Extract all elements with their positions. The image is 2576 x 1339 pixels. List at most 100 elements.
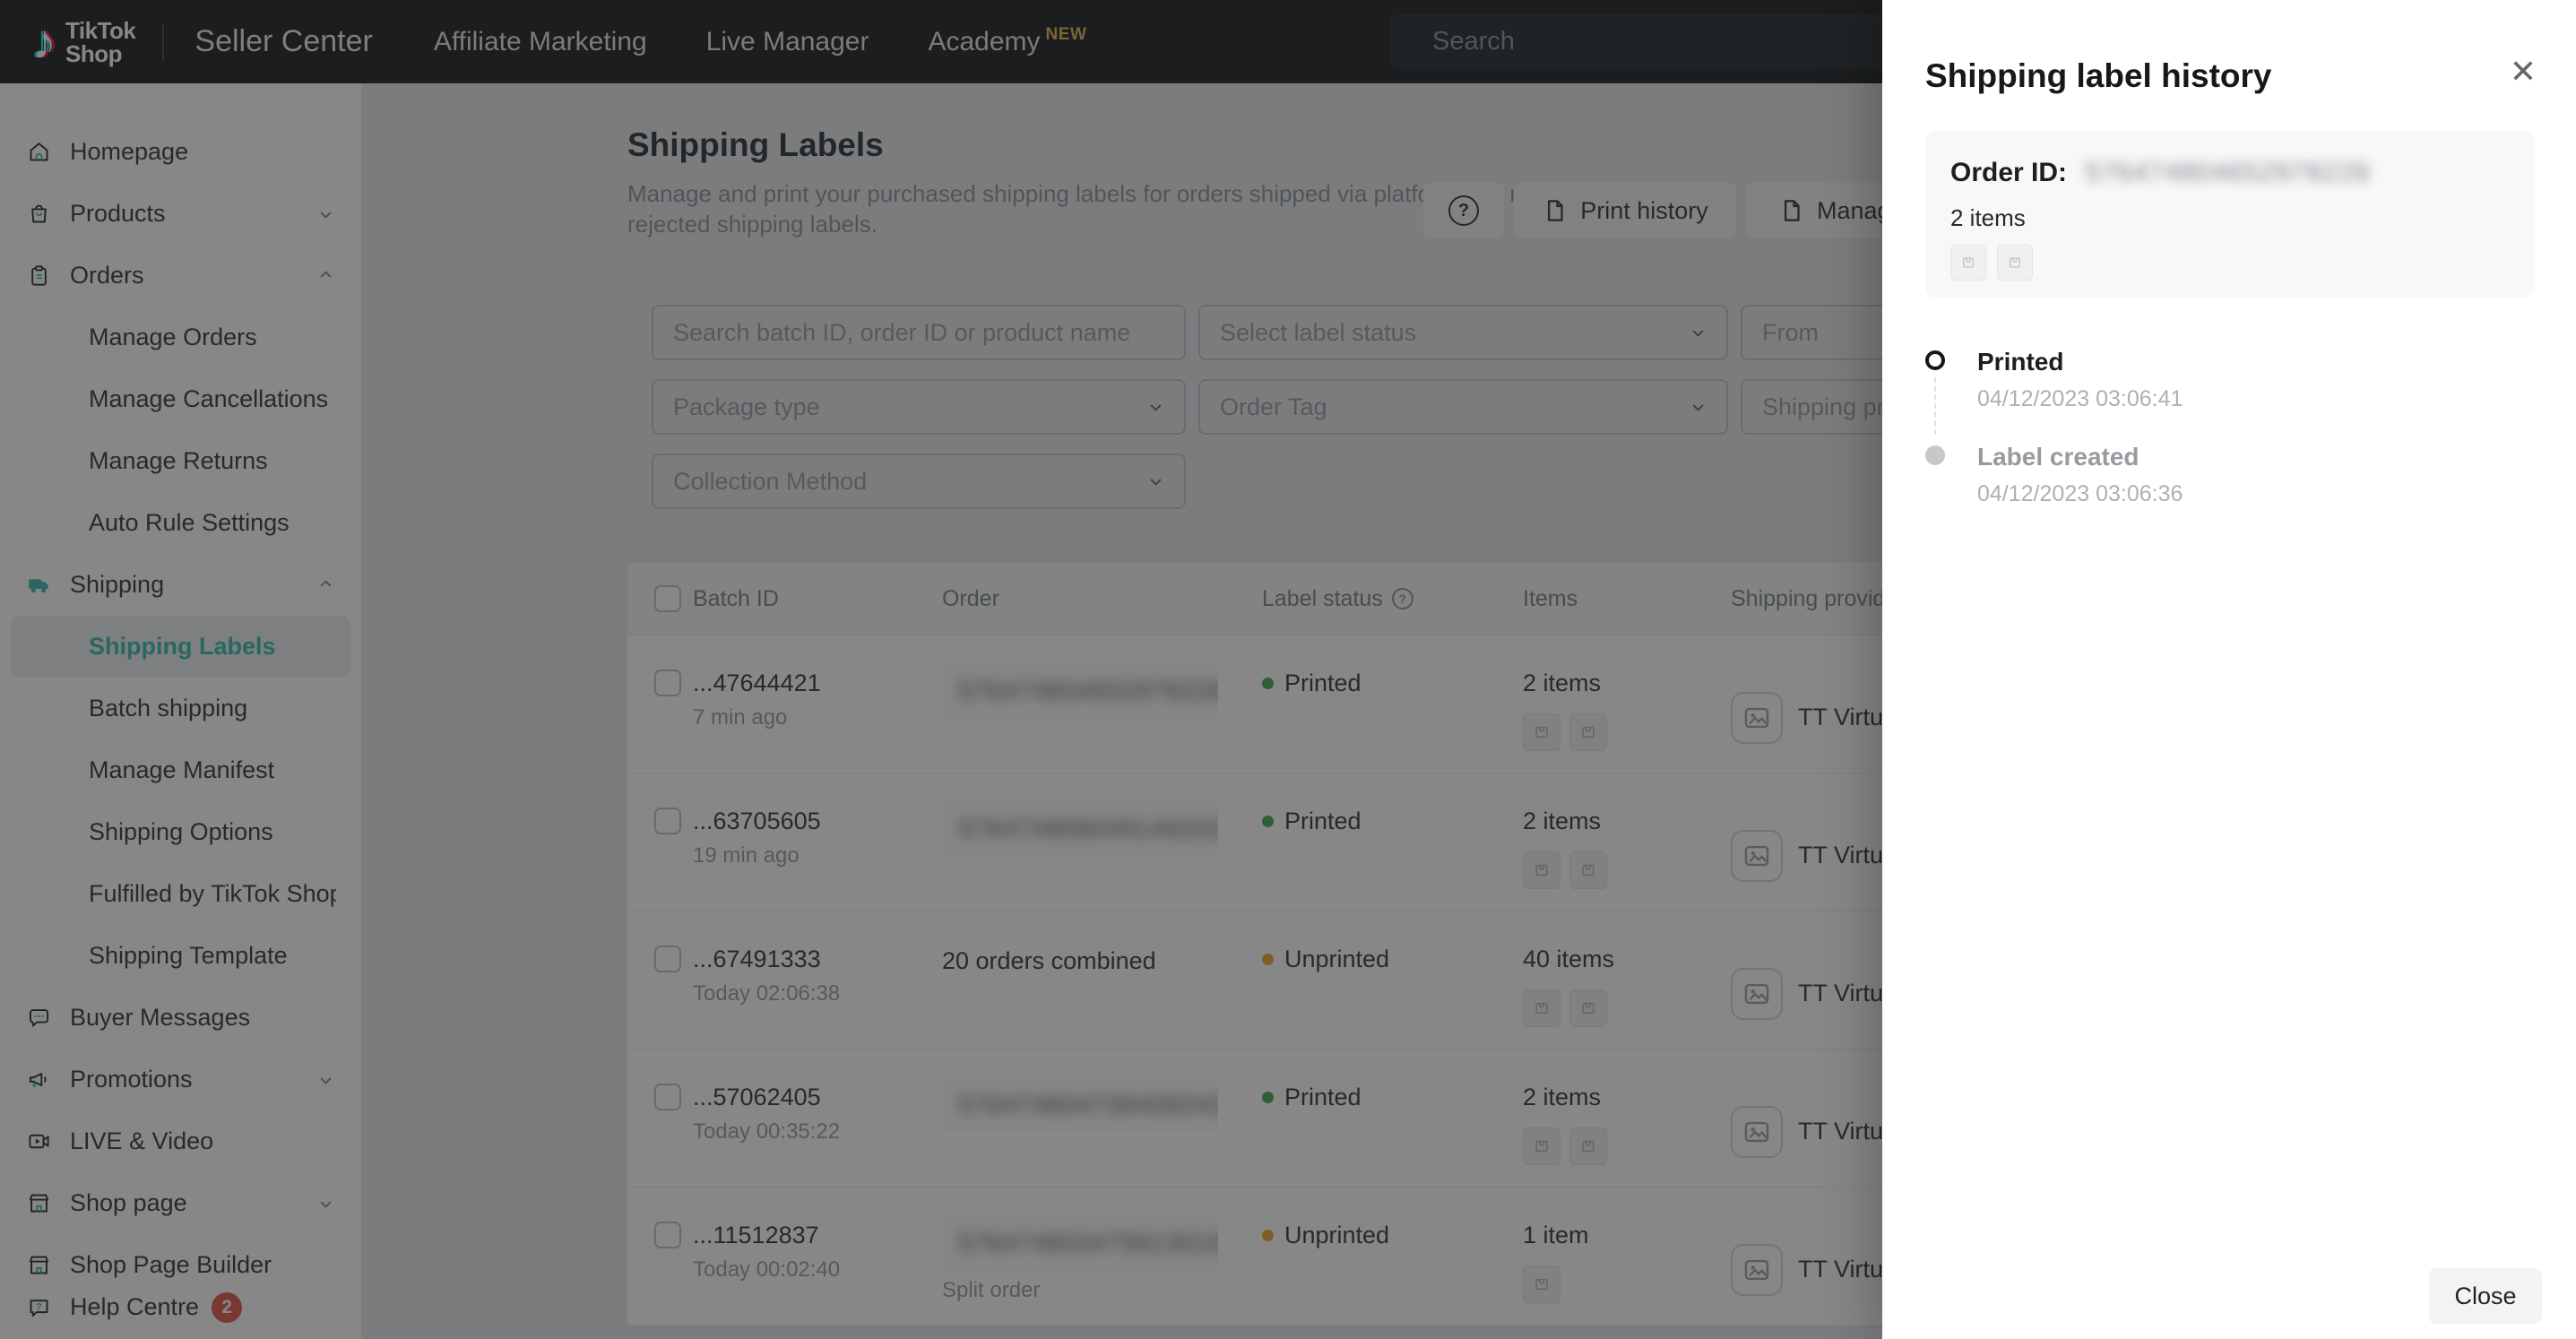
timeline-item: Label created04/12/2023 03:06:36 xyxy=(1925,443,2183,538)
megaphone-icon xyxy=(27,1067,51,1092)
sidebar-item-shipping-labels[interactable]: Shipping Labels xyxy=(11,616,350,678)
row-checkbox[interactable] xyxy=(654,946,681,972)
tiktok-shop-logo[interactable]: ♪ TikTok Shop xyxy=(32,18,135,66)
sidebar-item-products[interactable]: Products xyxy=(11,183,350,245)
batch-id-cell: ...67491333Today 02:06:38 xyxy=(693,911,942,1049)
label-status-cell: Printed xyxy=(1262,635,1523,773)
order-summary-card: Order ID: 576474804652978226 2 items xyxy=(1925,131,2535,298)
close-button[interactable]: Close xyxy=(2429,1268,2542,1324)
status-label: Printed xyxy=(1284,808,1361,835)
notification-badge: 2 xyxy=(212,1292,242,1323)
row-checkbox[interactable] xyxy=(654,1084,681,1110)
bag-icon xyxy=(27,202,51,226)
help-button[interactable]: ? xyxy=(1423,183,1504,238)
column-header: Label status? xyxy=(1262,586,1523,612)
column-header: Order xyxy=(942,586,1262,612)
item-thumbnails xyxy=(1523,713,1731,751)
order-cell: 576474804739409242 xyxy=(942,1050,1262,1187)
items-cell: 1 item xyxy=(1523,1188,1731,1325)
select-all-checkbox[interactable] xyxy=(654,585,681,612)
items-cell: 40 items xyxy=(1523,911,1731,1049)
topbar-nav-item[interactable]: AcademyNEW xyxy=(928,27,1086,57)
package-type-select[interactable]: Package type xyxy=(652,379,1186,435)
search-batch-input[interactable] xyxy=(652,305,1186,360)
order-id-row: Order ID: 576474804652978226 xyxy=(1950,158,2510,188)
batch-id-cell: ...476444217 min ago xyxy=(693,635,942,773)
sidebar-item-manage-returns[interactable]: Manage Returns xyxy=(11,430,350,492)
items-cell: 2 items xyxy=(1523,635,1731,773)
label-history-timeline: Printed04/12/2023 03:06:41Label created0… xyxy=(1925,348,2183,538)
status-dot xyxy=(1262,1230,1274,1241)
sidebar-item-shipping-options[interactable]: Shipping Options xyxy=(11,801,350,863)
chevron-up-icon xyxy=(316,265,336,286)
row-checkbox[interactable] xyxy=(654,670,681,696)
topbar-nav-item[interactable]: Live Manager xyxy=(706,27,869,57)
items-cell: 2 items xyxy=(1523,1050,1731,1187)
clipboard-icon xyxy=(27,263,51,288)
status-dot xyxy=(1262,678,1274,689)
sidebar-item-buyer-messages[interactable]: Buyer Messages xyxy=(11,987,350,1049)
sidebar-item-orders[interactable]: Orders xyxy=(11,245,350,307)
store-icon xyxy=(27,1191,51,1215)
help-icon: ? xyxy=(27,1295,51,1319)
item-thumbnail xyxy=(1523,1127,1560,1165)
tiktok-note-icon: ♪ xyxy=(32,18,56,66)
status-label: Printed xyxy=(1284,1084,1361,1111)
shipping-label-history-modal: Shipping label history ✕ Order ID: 57647… xyxy=(1882,0,2576,1339)
provider-image-icon xyxy=(1731,1106,1783,1158)
sidebar: HomepageProductsOrdersManage OrdersManag… xyxy=(0,83,361,1339)
collection-method-select[interactable]: Collection Method xyxy=(652,454,1186,509)
sidebar-item-shipping-template[interactable]: Shipping Template xyxy=(11,925,350,987)
row-checkbox[interactable] xyxy=(654,1222,681,1248)
timeline-dot xyxy=(1925,445,1945,465)
topbar-nav-item[interactable]: Affiliate Marketing xyxy=(434,27,647,57)
column-header: Items xyxy=(1523,586,1731,612)
status-label: Unprinted xyxy=(1284,946,1389,973)
batch-id-cell: ...11512837Today 00:02:40 xyxy=(693,1188,942,1325)
sidebar-item-batch-shipping[interactable]: Batch shipping xyxy=(11,678,350,739)
status-label: Printed xyxy=(1284,670,1361,697)
sidebar-item-help-centre[interactable]: ?Help Centre2 xyxy=(11,1276,350,1338)
row-checkbox[interactable] xyxy=(654,808,681,834)
chevron-up-icon xyxy=(316,574,336,595)
truck-icon xyxy=(27,573,51,597)
close-icon[interactable]: ✕ xyxy=(2510,56,2537,88)
item-thumbnail xyxy=(1997,245,2033,281)
order-id-blurred: 576474803475613018 xyxy=(942,1216,1218,1270)
order-tag-select[interactable]: Order Tag xyxy=(1198,379,1728,435)
chevron-down-icon xyxy=(316,1193,336,1214)
chevron-down-icon xyxy=(1688,397,1708,418)
store-icon xyxy=(27,1253,51,1277)
item-thumbnails xyxy=(1523,989,1731,1027)
label-status-select[interactable]: Select label status xyxy=(1198,305,1728,360)
product-name: Seller Center xyxy=(194,24,372,59)
item-thumbnail xyxy=(1569,713,1607,751)
label-status-cell: Printed xyxy=(1262,773,1523,911)
timeline-item: Printed04/12/2023 03:06:41 xyxy=(1925,348,2183,443)
batch-id-cell: ...6370560519 min ago xyxy=(693,773,942,911)
status-dot xyxy=(1262,1092,1274,1103)
sidebar-item-manage-manifest[interactable]: Manage Manifest xyxy=(11,739,350,801)
sidebar-item-shipping[interactable]: Shipping xyxy=(11,554,350,616)
sidebar-item-homepage[interactable]: Homepage xyxy=(11,121,350,183)
timeline-connector xyxy=(1934,377,1936,435)
timeline-dot xyxy=(1925,350,1945,370)
page-title: Shipping Labels xyxy=(627,126,884,164)
item-thumbnail xyxy=(1950,245,1986,281)
sidebar-item-live-video[interactable]: LIVE & Video xyxy=(11,1110,350,1172)
sidebar-item-fulfilled-by-tiktok-shop[interactable]: Fulfilled by TikTok Shop… xyxy=(11,863,350,925)
topbar-divider xyxy=(162,23,164,61)
item-thumbnail xyxy=(1523,1266,1560,1303)
sidebar-item-manage-orders[interactable]: Manage Orders xyxy=(11,307,350,368)
modal-title: Shipping label history xyxy=(1925,57,2271,95)
sidebar-item-manage-cancellations[interactable]: Manage Cancellations xyxy=(11,368,350,430)
print-history-button[interactable]: Print history xyxy=(1514,183,1736,238)
sidebar-item-shop-page[interactable]: Shop page xyxy=(11,1172,350,1234)
chevron-down-icon xyxy=(316,203,336,224)
order-cell: 576474806049146202 xyxy=(942,773,1262,911)
sidebar-item-auto-rule-settings[interactable]: Auto Rule Settings xyxy=(11,492,350,554)
items-count: 2 items xyxy=(1950,204,2510,232)
video-icon xyxy=(27,1129,51,1153)
sidebar-item-promotions[interactable]: Promotions xyxy=(11,1049,350,1110)
home-icon xyxy=(27,140,51,164)
